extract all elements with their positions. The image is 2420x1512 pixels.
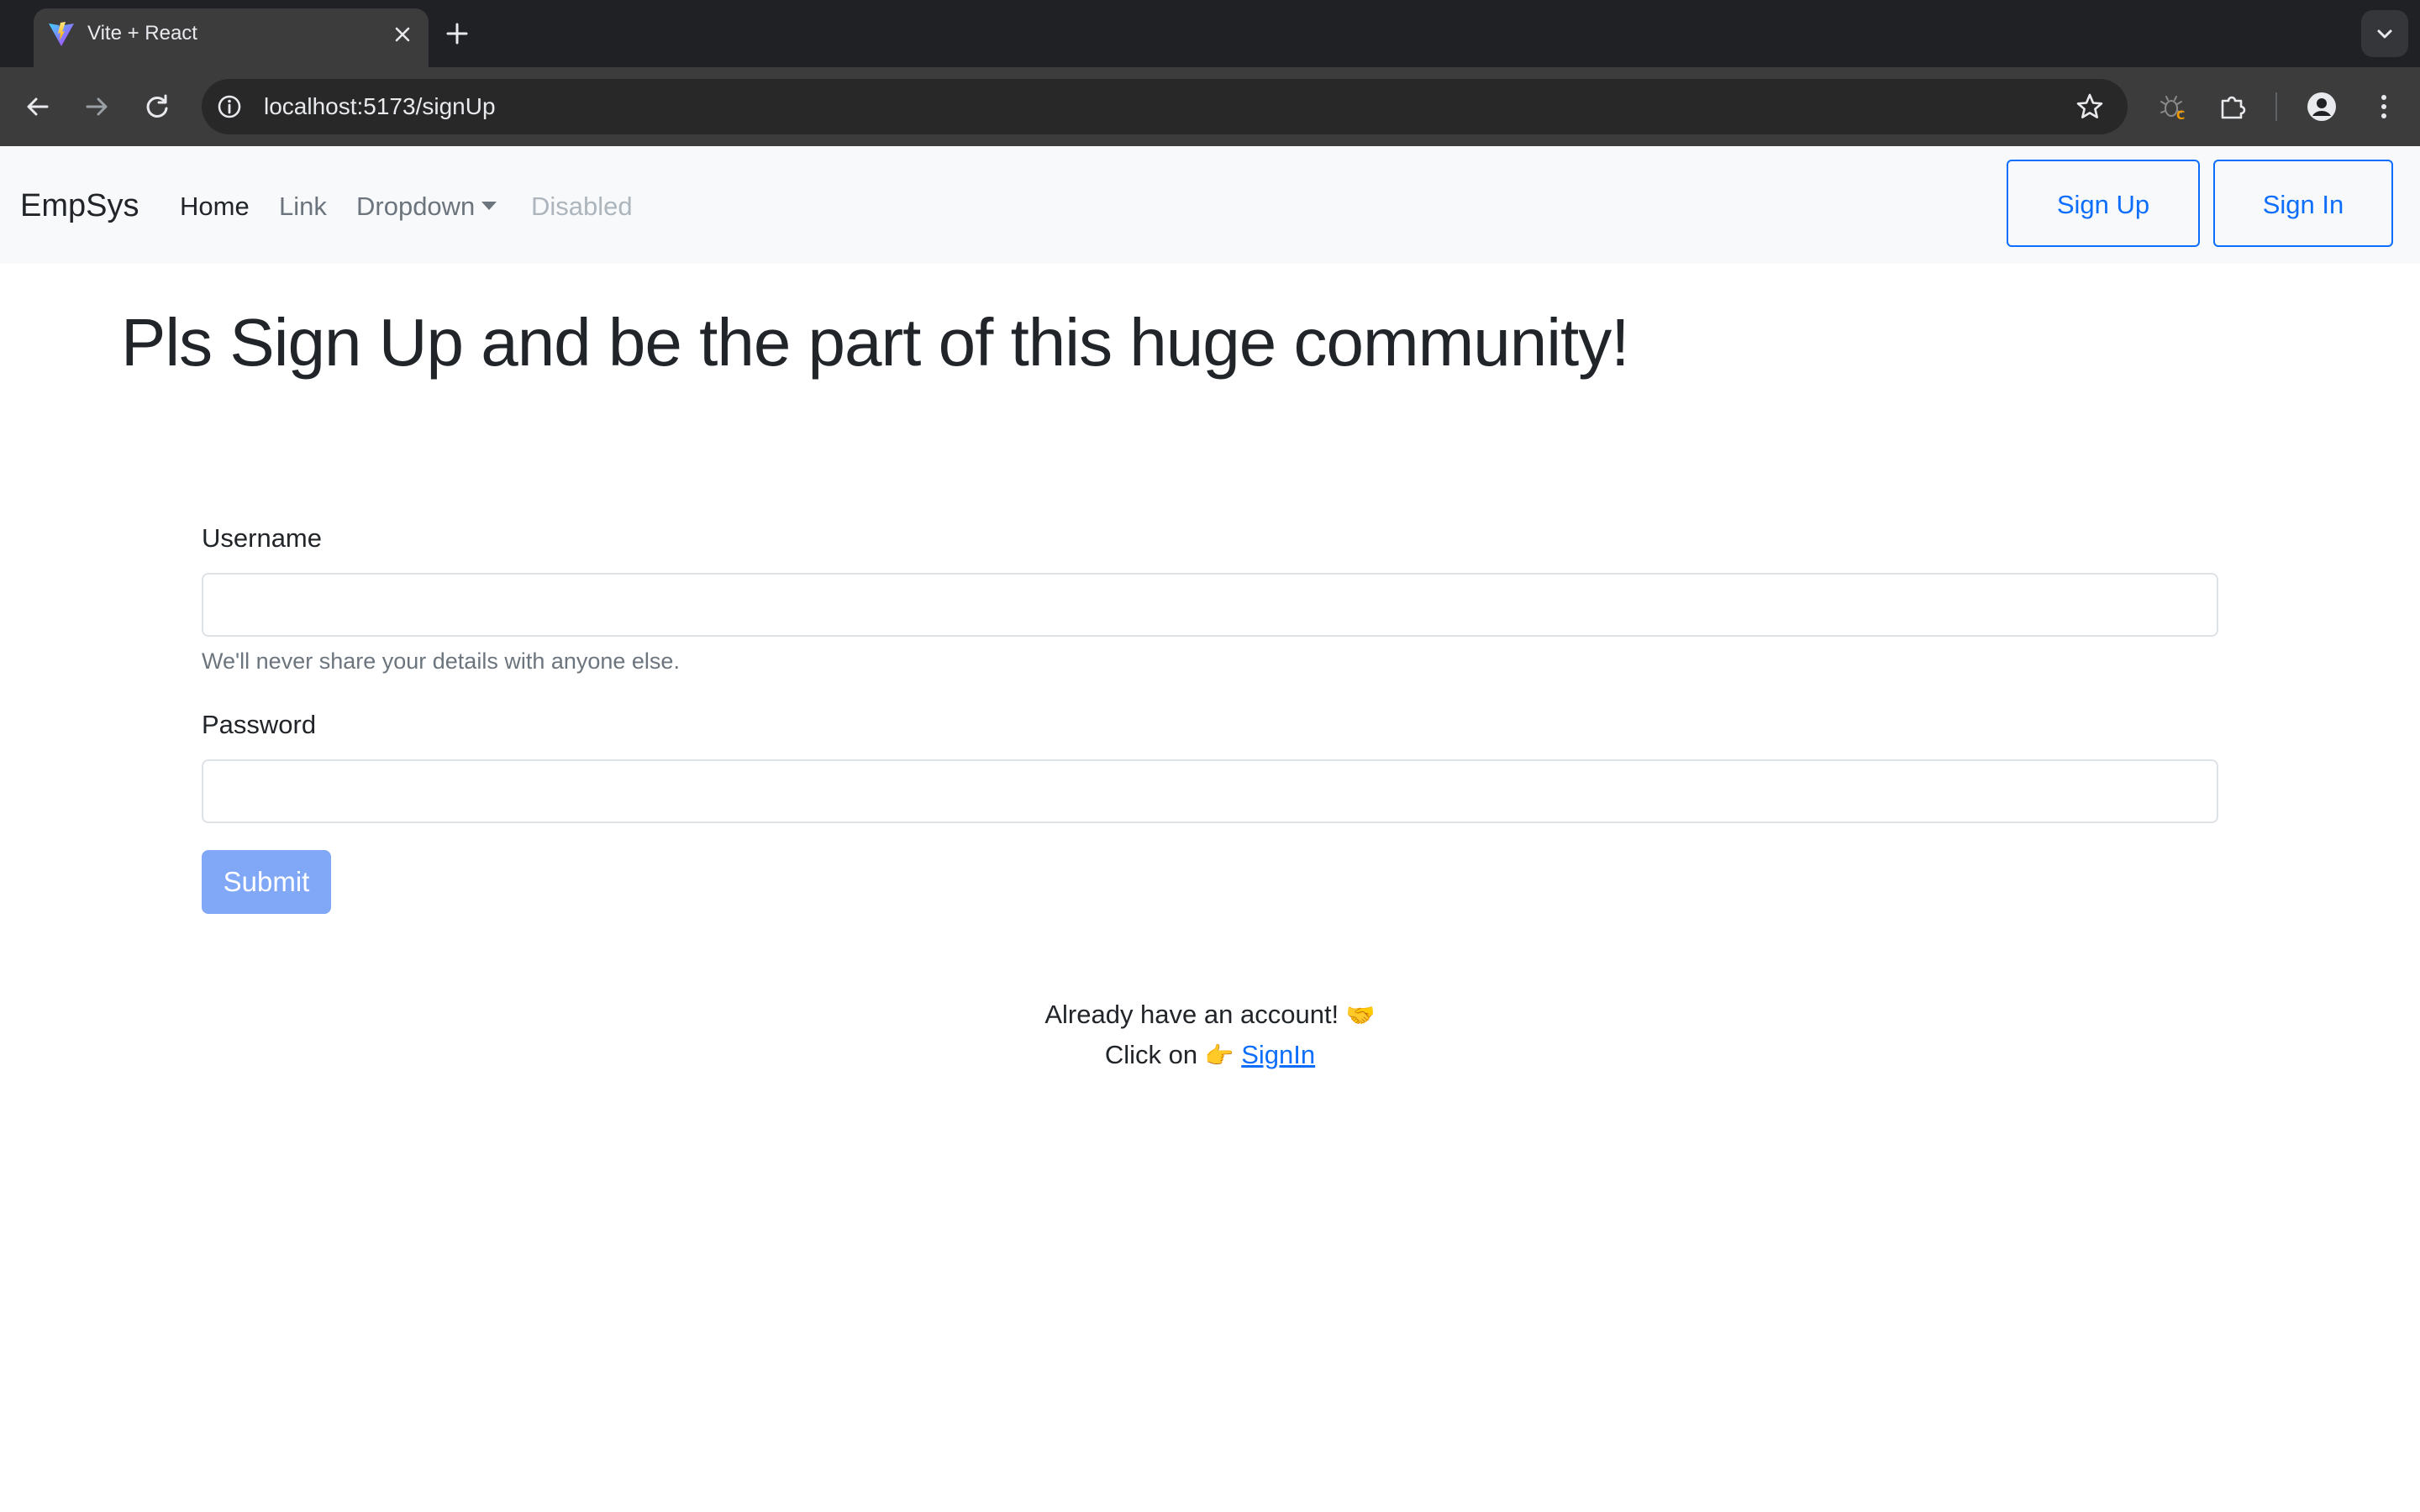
profile-avatar-icon[interactable] [2304,89,2339,124]
extension-bug-icon[interactable]: C [2154,89,2190,124]
already-text: Already have an account! [1044,1000,1339,1029]
navbar-brand[interactable]: EmpSys [20,185,139,227]
reload-icon[interactable] [138,87,176,126]
nav-link-home[interactable]: Home [180,188,250,225]
new-tab-button[interactable] [442,17,472,50]
nav-link-link[interactable]: Link [279,188,327,225]
nav-dropdown[interactable]: Dropdown [356,188,497,225]
nav-link-disabled: Disabled [531,192,633,221]
page-heading: Pls Sign Up and be the part of this huge… [121,305,1629,380]
browser-tab-strip: Vite + React [0,0,2420,67]
handshake-icon: 🤝 [1345,1001,1376,1029]
nav-dropdown-label: Dropdown [356,192,476,221]
caret-down-icon [481,202,497,210]
browser-tab[interactable]: Vite + React [34,8,429,67]
more-options-icon[interactable] [2366,89,2402,124]
url-text: localhost:5173/signUp [264,93,496,119]
already-have-account-text: Already have an account! 🤝 [0,996,2420,1034]
browser-toolbar: localhost:5173/signUp C [0,67,2420,146]
chevron-down-icon [2377,29,2392,39]
pointing-hand-icon: 👉 [1204,1042,1234,1069]
svg-text:C: C [2176,109,2185,123]
signin-link[interactable]: SignIn [1241,1040,1315,1069]
vite-logo-icon [49,22,74,46]
sign-up-button[interactable]: Sign Up [2007,160,2200,247]
username-help-text: We'll never share your details with anyo… [202,648,680,674]
back-arrow-icon[interactable] [18,87,57,126]
tab-search-button[interactable] [2361,10,2408,57]
navbar: EmpSys Home Link Dropdown Disabled Sign … [0,146,2420,264]
click-on-text: Click on [1104,1040,1198,1069]
sign-in-button[interactable]: Sign In [2213,160,2393,247]
password-label: Password [202,710,317,739]
extensions-puzzle-icon[interactable] [2215,89,2250,124]
username-input[interactable] [202,573,2218,637]
close-icon[interactable] [390,22,415,47]
tab-title: Vite + React [87,22,197,45]
address-bar[interactable]: localhost:5173/signUp [202,79,2128,134]
forward-arrow-icon[interactable] [77,87,116,126]
username-label: Username [202,523,322,553]
site-info-icon[interactable] [213,91,245,123]
password-input[interactable] [202,759,2218,823]
toolbar-divider [2275,92,2277,121]
click-on-signin-text: Click on 👉 SignIn [0,1037,2420,1074]
submit-button[interactable]: Submit [202,850,331,914]
bookmark-star-icon[interactable] [2074,91,2106,123]
